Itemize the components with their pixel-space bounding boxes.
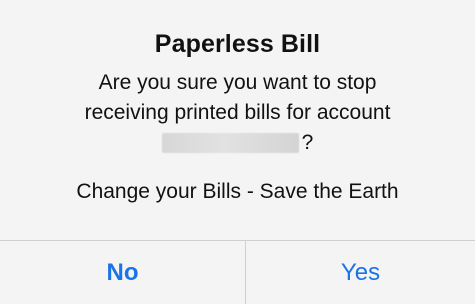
- redacted-account-number: [161, 133, 299, 153]
- question-mark: ?: [301, 131, 314, 154]
- yes-button[interactable]: Yes: [246, 241, 475, 304]
- message-line-3: ?: [0, 128, 475, 158]
- paperless-bill-dialog: Paperless Bill Are you sure you want to …: [0, 0, 475, 304]
- dialog-title: Paperless Bill: [154, 30, 321, 58]
- dialog-message: Are you sure you want to stop receiving …: [0, 68, 475, 158]
- message-line-2: receiving printed bills for account: [84, 101, 391, 124]
- dialog-tagline: Change your Bills - Save the Earth: [76, 180, 399, 203]
- no-button[interactable]: No: [0, 241, 245, 304]
- message-line-1: Are you sure you want to stop: [98, 71, 377, 94]
- dialog-content: Paperless Bill Are you sure you want to …: [0, 0, 475, 240]
